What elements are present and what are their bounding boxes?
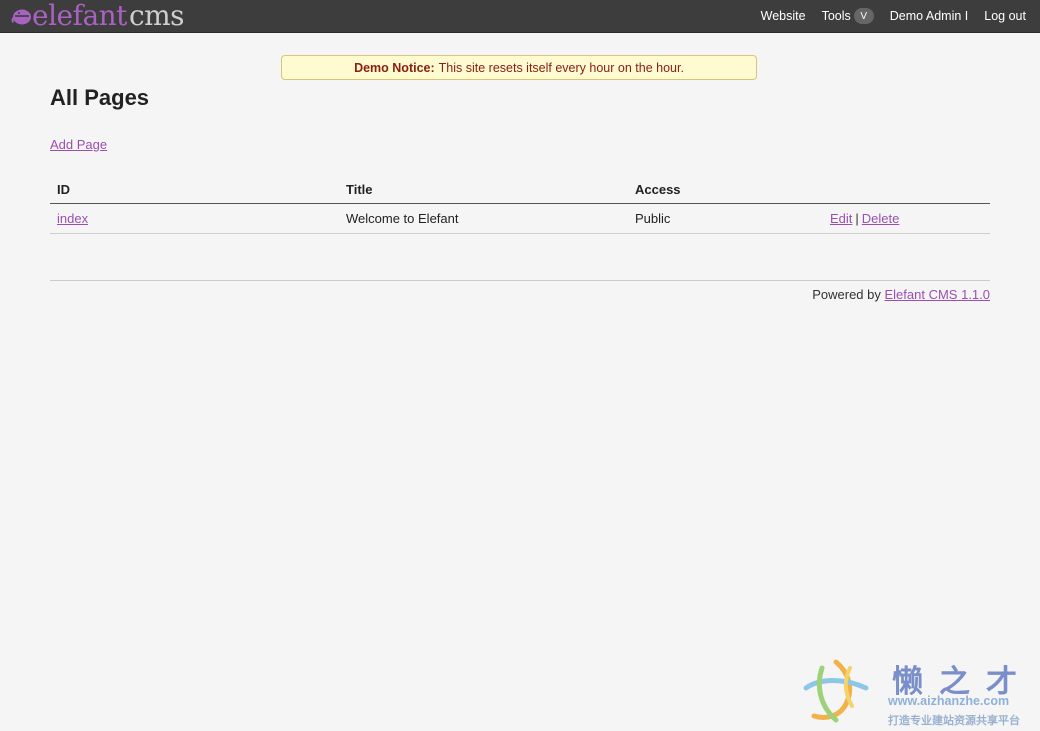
cell-actions: Edit | Delete bbox=[823, 203, 990, 234]
cell-access: Public bbox=[628, 203, 823, 234]
cell-id: index bbox=[50, 203, 339, 234]
nav-website-link[interactable]: Website bbox=[761, 9, 806, 23]
demo-notice: Demo Notice: This site resets itself eve… bbox=[281, 55, 757, 80]
page-id-link[interactable]: index bbox=[57, 211, 88, 226]
watermark-url: www.aizhanzhe.com bbox=[888, 694, 1010, 708]
top-nav: Website Tools V Demo Admin I Log out bbox=[761, 0, 1026, 32]
column-header-title: Title bbox=[339, 175, 628, 204]
logo-suffix: cms bbox=[128, 0, 185, 32]
table-header-row: ID Title Access bbox=[50, 175, 990, 204]
page-title: All Pages bbox=[50, 85, 150, 110]
cell-title: Welcome to Elefant bbox=[339, 203, 628, 234]
edit-link[interactable]: Edit bbox=[830, 211, 852, 226]
logo-word: elefant bbox=[32, 0, 127, 32]
elephant-e-icon bbox=[10, 6, 32, 26]
column-header-id: ID bbox=[50, 175, 339, 204]
action-separator: | bbox=[855, 211, 859, 226]
footer: Powered by Elefant CMS 1.1.0 bbox=[812, 287, 990, 302]
demo-notice-message: This site resets itself every hour on th… bbox=[438, 60, 684, 75]
delete-link[interactable]: Delete bbox=[862, 211, 900, 226]
elefant-cms-link[interactable]: Elefant CMS 1.1.0 bbox=[885, 287, 991, 302]
table-row: index Welcome to Elefant Public Edit | Del… bbox=[50, 203, 990, 234]
nav-user-link[interactable]: Demo Admin I bbox=[890, 9, 969, 23]
watermark: 懒之才 www.aizhanzhe.com 打造专业建站资源共享平台 bbox=[800, 656, 1036, 728]
add-page-link[interactable]: Add Page bbox=[50, 137, 107, 152]
chevron-down-icon[interactable]: V bbox=[853, 8, 874, 24]
column-header-access: Access bbox=[628, 175, 823, 204]
demo-notice-label: Demo Notice: bbox=[354, 60, 435, 75]
nav-tools-menu[interactable]: Tools V bbox=[822, 8, 874, 24]
top-bar: elefant cms Website Tools V Demo Admin I… bbox=[0, 0, 1040, 33]
powered-by-text: Powered by bbox=[812, 287, 881, 302]
site-logo[interactable]: elefant cms bbox=[10, 0, 185, 32]
nav-logout-link[interactable]: Log out bbox=[984, 9, 1026, 23]
pages-table: ID Title Access index Welcome to Elefant… bbox=[50, 175, 990, 234]
watermark-slogan: 打造专业建站资源共享平台 bbox=[888, 715, 1020, 727]
column-header-actions bbox=[823, 175, 990, 204]
footer-divider bbox=[50, 280, 990, 281]
swirl-star-icon bbox=[803, 659, 869, 723]
nav-tools-label: Tools bbox=[821, 9, 851, 23]
